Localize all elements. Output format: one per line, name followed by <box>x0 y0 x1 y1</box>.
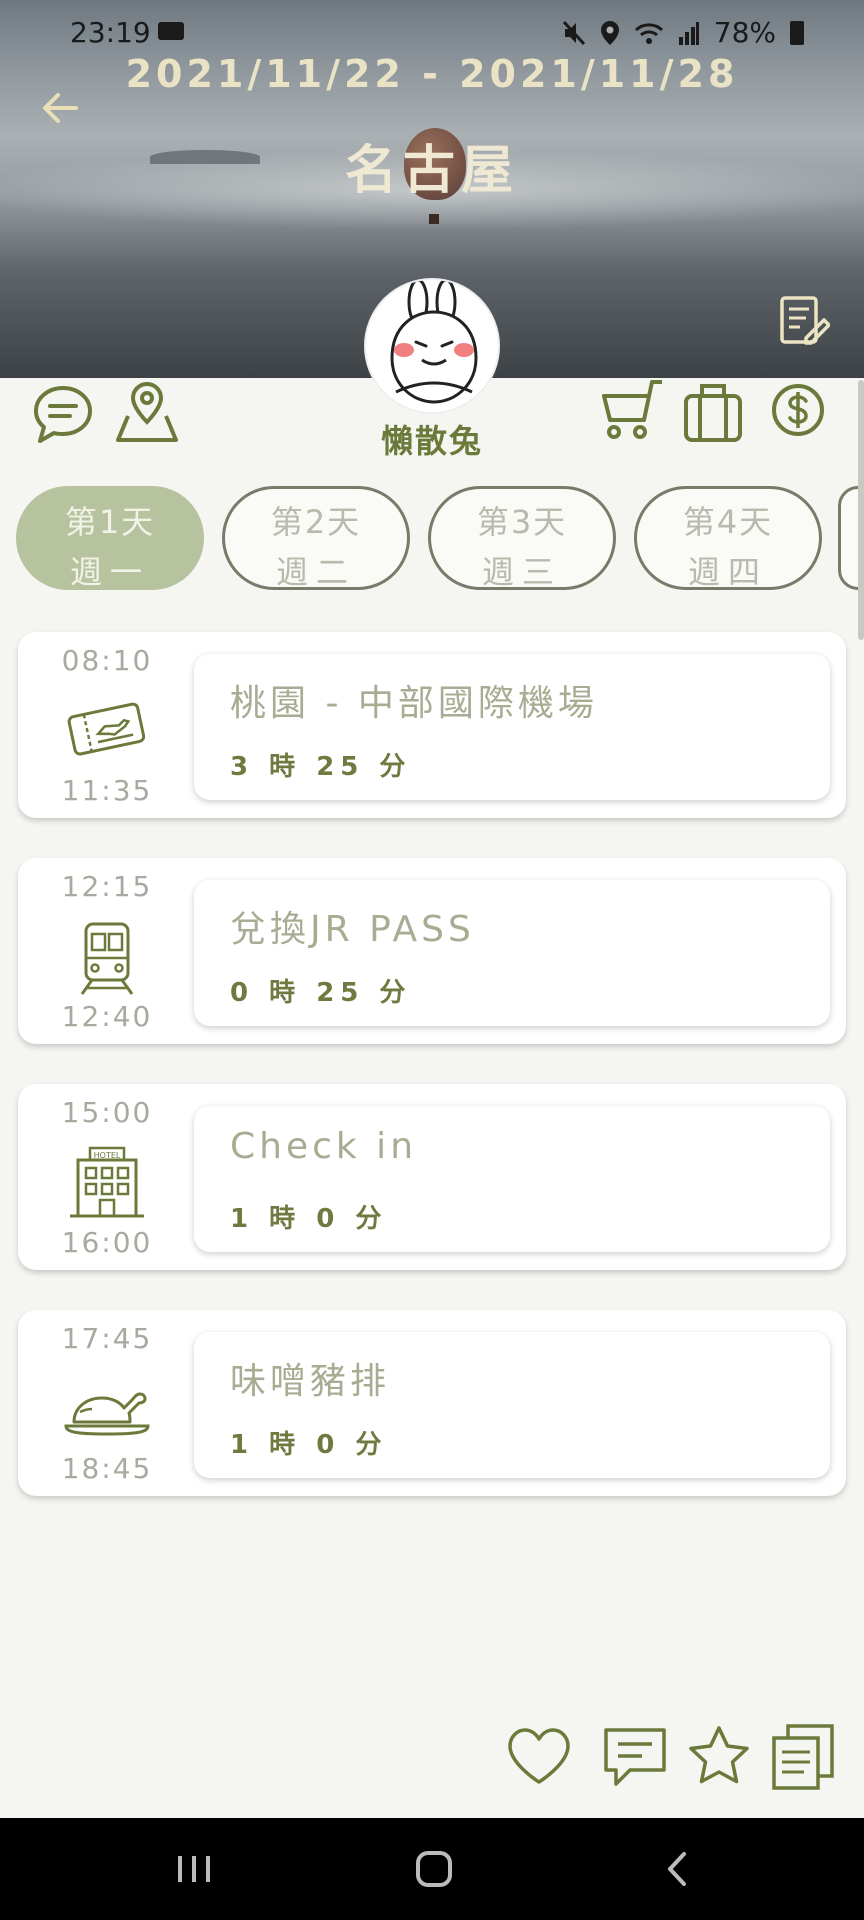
day-tab-4[interactable]: 第4天 週四 <box>634 486 822 591</box>
train-icon <box>62 920 152 996</box>
luggage-icon <box>684 384 742 442</box>
event-duration: 3 時 25 分 <box>230 752 412 782</box>
date-range: 2021/11/22 - 2021/11/28 <box>125 52 739 96</box>
event-card[interactable]: 12:15 12:40 兌換JR PASS 0 時 25 分 <box>18 858 846 1044</box>
day-tab-weekday: 週一 <box>69 553 150 591</box>
event-duration: 1 時 0 分 <box>230 1430 388 1460</box>
arrow-left-icon <box>43 93 78 123</box>
city-title: 名古屋 <box>344 141 519 201</box>
event-detail[interactable]: Check in 1 時 0 分 <box>194 1106 830 1252</box>
recents-button[interactable] <box>134 1818 254 1920</box>
status-icons: 78% <box>562 16 804 49</box>
star-button[interactable] <box>684 1722 754 1792</box>
system-nav-bar <box>0 1818 864 1920</box>
comment-button[interactable] <box>600 1722 670 1792</box>
day-tab-label: 第1天 <box>64 503 156 541</box>
rabbit-avatar-icon <box>390 280 478 404</box>
ticket-icon <box>62 694 152 770</box>
cart-button[interactable] <box>598 378 664 444</box>
signal-icon <box>678 21 699 45</box>
day-tab-label: 第2天 <box>270 503 362 541</box>
food-icon <box>62 1372 152 1448</box>
avatar[interactable] <box>364 278 500 414</box>
event-detail[interactable]: 味噌豬排 1 時 0 分 <box>194 1332 830 1478</box>
recents-icon <box>178 1856 210 1882</box>
day-tab-weekday: 週四 <box>687 553 768 591</box>
event-end-time: 11:35 <box>61 774 153 807</box>
event-duration: 1 時 0 分 <box>230 1204 388 1234</box>
favorite-button[interactable] <box>504 1722 574 1792</box>
event-card[interactable]: 17:45 18:45 味噌豬排 1 時 0 分 <box>18 1310 846 1496</box>
event-start-time: 17:45 <box>61 1322 153 1355</box>
back-nav-button[interactable] <box>616 1818 736 1920</box>
event-card[interactable]: 08:10 11:35 桃園 - 中部國際機場 3 時 25 分 <box>18 632 846 818</box>
edit-button[interactable] <box>776 294 831 348</box>
battery-icon <box>790 20 804 45</box>
camera-icon <box>158 22 184 40</box>
username: 懶散兔 <box>380 422 483 460</box>
event-end-time: 18:45 <box>61 1452 153 1485</box>
event-title: 兌換JR PASS <box>230 909 475 950</box>
event-start-time: 12:15 <box>61 870 153 903</box>
heart-icon <box>508 1728 570 1784</box>
luggage-button[interactable] <box>680 380 746 446</box>
scrollbar[interactable] <box>858 380 864 640</box>
day-tab-label: 第4天 <box>682 503 774 541</box>
home-button[interactable] <box>374 1818 494 1920</box>
star-icon <box>689 1726 749 1784</box>
edit-note-icon <box>780 296 831 345</box>
event-card[interactable]: 15:00 HOTEL 16:00 Check in 1 時 0 分 <box>18 1084 846 1270</box>
map-button[interactable] <box>114 380 180 446</box>
copy-icon <box>772 1724 834 1790</box>
chat-button[interactable] <box>30 382 96 448</box>
shopping-cart-icon <box>602 380 662 439</box>
day-tab-3[interactable]: 第3天 週三 <box>428 486 616 591</box>
event-end-time: 12:40 <box>61 1000 153 1033</box>
day-tab-label: 第3天 <box>476 503 568 541</box>
back-button[interactable] <box>38 86 82 130</box>
event-title: 桃園 - 中部國際機場 <box>230 683 598 724</box>
event-duration: 0 時 25 分 <box>230 978 412 1008</box>
wifi-icon <box>634 22 663 44</box>
mute-icon <box>562 20 585 45</box>
chat-bubble-icon <box>34 386 92 443</box>
event-start-time: 08:10 <box>61 644 153 677</box>
event-detail[interactable]: 桃園 - 中部國際機場 3 時 25 分 <box>194 654 830 800</box>
location-icon <box>600 20 619 45</box>
day-tab-2[interactable]: 第2天 週二 <box>222 486 410 591</box>
hotel-icon: HOTEL <box>62 1146 152 1222</box>
comment-icon <box>604 1728 666 1786</box>
home-icon <box>416 1851 452 1887</box>
chevron-left-icon <box>668 1852 686 1886</box>
map-pin-icon <box>116 381 178 442</box>
event-detail[interactable]: 兌換JR PASS 0 時 25 分 <box>194 880 830 1026</box>
battery-percent: 78% <box>713 16 776 49</box>
balloon-basket <box>429 214 439 224</box>
day-tab-weekday: 週三 <box>481 553 562 591</box>
day-tab-weekday: 週二 <box>275 553 356 591</box>
event-title: 味噌豬排 <box>230 1361 391 1402</box>
event-start-time: 15:00 <box>61 1096 153 1129</box>
dollar-icon <box>772 384 824 436</box>
budget-button[interactable] <box>770 382 826 438</box>
status-time: 23:19 <box>70 16 151 49</box>
day-tab-1[interactable]: 第1天 週一 <box>16 486 204 591</box>
event-end-time: 16:00 <box>61 1226 153 1259</box>
copy-button[interactable] <box>768 1722 838 1792</box>
event-title: Check in <box>230 1126 418 1167</box>
